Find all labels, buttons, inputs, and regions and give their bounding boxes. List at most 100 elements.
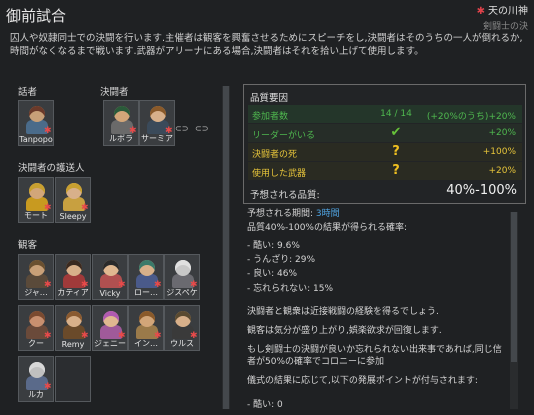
pawn-name: Tanpopo	[19, 135, 53, 144]
pawn-name: クー	[28, 339, 44, 348]
audience-empty-slot[interactable]	[55, 356, 91, 402]
pawn-name: ジスペケ	[166, 288, 198, 297]
effect-text: もし剣闘士の決闘が良いか忘れられない出来事であれば,同じ信者が50%の確率でコロ…	[247, 345, 502, 367]
effect-text: 観客は気分が盛り上がり,娯楽欲求が回復します.	[247, 326, 442, 336]
pawn-portrait-head	[29, 106, 45, 122]
ideology-badge-icon: ✱	[118, 280, 126, 290]
pawn-slot[interactable]: ✱ イン…	[128, 305, 164, 351]
pawn-portrait-head	[29, 311, 45, 327]
pawn-slot[interactable]: ✱ ウルス	[164, 305, 200, 351]
quality-row-effect: (+20%のうち)+20%	[426, 112, 516, 122]
quality-row-effect: +20%	[488, 128, 516, 138]
pawn-name: ルカ	[28, 390, 44, 399]
pawn-name: サーミア	[141, 134, 173, 143]
pawn-portrait-head	[139, 260, 155, 276]
pawn-slot[interactable]: ✱ ルカ	[18, 356, 54, 402]
effect-text: 儀式の結果に応じて,以下の発展ポイントが付与されます:	[247, 376, 478, 386]
pawn-name: ジャ…	[24, 288, 48, 297]
pawn-name: Remy	[61, 340, 85, 349]
quality-row-name: 使用した武器	[252, 169, 307, 179]
pawn-name: イン…	[134, 339, 158, 348]
pawn-name: モート	[24, 211, 48, 220]
quality-row-weapon: 使用した武器 ? +20%	[248, 162, 522, 180]
speaker-label: 話者	[18, 87, 38, 98]
quality-factors-box: 品質要因 参加者数 14 / 14 (+20%のうち)+20% リーダーがいる …	[243, 84, 526, 204]
pawn-name: ロー…	[134, 288, 158, 297]
pawn-slot[interactable]: ✱ Vicky	[92, 254, 128, 300]
ideology-badge-icon: ✱	[81, 331, 89, 341]
pawn-slot[interactable]: ✱ モート	[18, 177, 54, 223]
pawn-slot[interactable]: ✱ Sleepy	[55, 177, 91, 223]
ideology-name: 天の川神	[488, 6, 528, 17]
pawn-portrait-head	[175, 311, 191, 327]
checkmark-icon: ✔	[390, 125, 402, 140]
quality-row-effect: +100%	[482, 147, 516, 157]
quality-title: 品質要因	[250, 93, 289, 104]
details-scrollbar-thumb[interactable]	[511, 212, 517, 362]
audience-label: 観客	[18, 240, 38, 251]
details-scrollbar[interactable]	[510, 212, 518, 409]
outcome-intro: 品質40%-100%の結果が得られる確率:	[247, 223, 408, 233]
pawn-portrait-head	[29, 362, 45, 378]
ideology-badge-icon: ✱	[44, 126, 52, 136]
quality-row-name: 決闘者の死	[252, 150, 298, 160]
quality-row-name: リーダーがいる	[252, 131, 316, 141]
outcome-line: - 良い: 46%	[247, 269, 298, 279]
outcome-line: - 酷い: 9.6%	[247, 241, 300, 251]
pawn-slot[interactable]: ✱ カティア	[55, 254, 91, 300]
pawn-name: ウルス	[170, 339, 194, 348]
pawn-name: カティア	[57, 288, 89, 297]
ideology-label[interactable]: ✱ 天の川神 剣闘士の決	[477, 2, 528, 32]
outcome-line: - うんざり: 29%	[247, 255, 316, 265]
question-icon: ?	[392, 163, 400, 178]
handcuff-icon: ⊂⊃	[175, 124, 189, 133]
quality-row-effect: +20%	[488, 166, 516, 176]
pawn-portrait-head	[103, 260, 119, 276]
duration-label: 予想される期間:	[247, 209, 314, 219]
pawn-slot[interactable]: ✱ ルボラ	[103, 100, 139, 146]
outcome-line: - 忘れられない: 15%	[247, 284, 334, 294]
pawn-portrait-head	[150, 106, 166, 122]
pawn-slot[interactable]: ✱ ロー…	[128, 254, 164, 300]
question-icon: ?	[392, 144, 400, 159]
ideology-icon: ✱	[476, 6, 485, 17]
expected-quality-label: 予想される品質:	[250, 190, 320, 201]
effect-text: 決闘者と観衆は近接戦闘の経験を得るでしょう.	[247, 307, 439, 317]
duelist-label: 決闘者	[100, 87, 129, 98]
pawn-portrait-head	[139, 311, 155, 327]
handcuff-icon: ⊂⊃	[195, 124, 209, 133]
pawn-slot[interactable]: ✱ ジャ…	[18, 254, 54, 300]
outcome-line: - 酷い: 0	[247, 400, 283, 410]
expected-duration: 予想される期間: 3時間	[247, 208, 505, 220]
pawn-portrait-head	[66, 311, 82, 327]
escort-label: 決闘者の護送人	[18, 163, 85, 174]
pawn-portrait-head	[29, 260, 45, 276]
pawn-portrait-head	[66, 260, 82, 276]
pawn-portrait-head	[66, 183, 82, 199]
quality-row-participants: 参加者数 14 / 14 (+20%のうち)+20%	[248, 105, 522, 123]
pawn-portrait-head	[29, 183, 45, 199]
quality-row-duelist-death: 決闘者の死 ? +100%	[248, 143, 522, 161]
ideology-subtitle: 剣闘士の決	[482, 22, 528, 32]
roles-scrollbar-thumb[interactable]	[223, 86, 229, 409]
pawn-name: Sleepy	[59, 212, 87, 221]
ideology-badge-icon: ✱	[81, 203, 89, 213]
quality-row-name: 参加者数	[252, 112, 289, 122]
roles-scrollbar[interactable]	[222, 86, 230, 409]
pawn-name: Vicky	[99, 289, 121, 298]
pawn-slot[interactable]: ✱ Tanpopo	[18, 100, 54, 146]
pawn-slot[interactable]: ✱ クー	[18, 305, 54, 351]
quality-row-leader: リーダーがいる ✔ +20%	[248, 124, 522, 142]
ritual-description: 囚人や奴隷同士での決闘を行います.主催者は観客を興奮させるためにスピーチをし,決…	[10, 33, 523, 57]
pawn-name: ジェニー	[94, 339, 126, 348]
pawn-slot[interactable]: ✱ サーミア	[139, 100, 175, 146]
pawn-portrait-head	[175, 260, 191, 276]
duration-value: 3時間	[315, 209, 340, 219]
pawn-name: ルボラ	[109, 134, 133, 143]
pawn-slot[interactable]: ✱ ジスペケ	[164, 254, 200, 300]
window-title: 御前試合	[6, 7, 67, 25]
pawn-slot[interactable]: ✱ Remy	[55, 305, 91, 351]
pawn-portrait-head	[114, 106, 130, 122]
quality-row-value: 14 / 14	[380, 109, 412, 119]
pawn-slot[interactable]: ✱ ジェニー	[92, 305, 128, 351]
